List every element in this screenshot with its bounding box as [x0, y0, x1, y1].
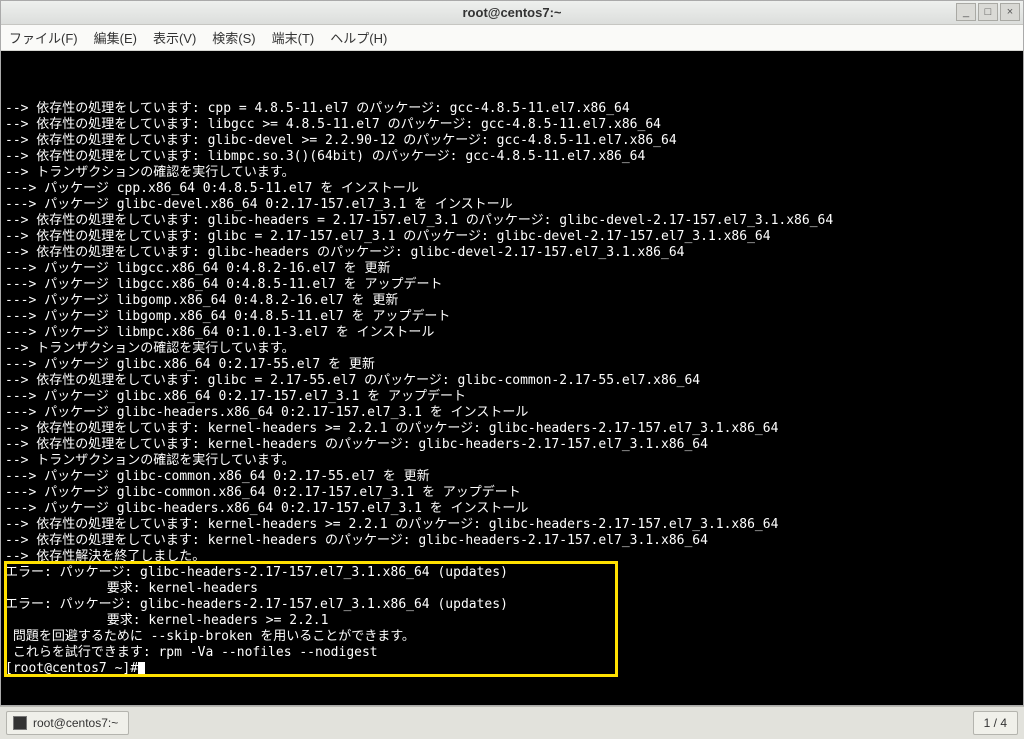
terminal-line: 問題を回避するために --skip-broken を用いることができます。: [5, 629, 1019, 645]
menu-file[interactable]: ファイル(F): [9, 28, 78, 47]
titlebar-buttons: _ □ ×: [956, 3, 1020, 21]
terminal-line: --> 依存性の処理をしています: kernel-headers のパッケージ:…: [5, 533, 1019, 549]
terminal-line: ---> パッケージ glibc-headers.x86_64 0:2.17-1…: [5, 405, 1019, 421]
titlebar[interactable]: root@centos7:~ _ □ ×: [1, 1, 1023, 25]
menu-help[interactable]: ヘルプ(H): [330, 28, 387, 47]
terminal-line: --> 依存性の処理をしています: kernel-headers のパッケージ:…: [5, 437, 1019, 453]
terminal-line: ---> パッケージ glibc-headers.x86_64 0:2.17-1…: [5, 501, 1019, 517]
terminal-line: --> トランザクションの確認を実行しています。: [5, 341, 1019, 357]
terminal-line: --> 依存性の処理をしています: glibc = 2.17-157.el7_3…: [5, 229, 1019, 245]
terminal-line: これらを試行できます: rpm -Va --nofiles --nodigest: [5, 645, 1019, 661]
terminal-line: [root@centos7 ~]#: [5, 661, 1019, 677]
terminal-line: --> 依存性の処理をしています: cpp = 4.8.5-11.el7 のパッ…: [5, 101, 1019, 117]
terminal-line: ---> パッケージ libgcc.x86_64 0:4.8.2-16.el7 …: [5, 261, 1019, 277]
menu-view[interactable]: 表示(V): [153, 28, 196, 47]
terminal-line: --> 依存性の処理をしています: kernel-headers >= 2.2.…: [5, 517, 1019, 533]
close-button[interactable]: ×: [1000, 3, 1020, 21]
terminal-line: --> 依存性の処理をしています: kernel-headers >= 2.2.…: [5, 421, 1019, 437]
menu-search[interactable]: 検索(S): [212, 28, 255, 47]
terminal-line: エラー: パッケージ: glibc-headers-2.17-157.el7_3…: [5, 597, 1019, 613]
terminal-line: ---> パッケージ glibc-common.x86_64 0:2.17-55…: [5, 469, 1019, 485]
terminal-line: ---> パッケージ libgomp.x86_64 0:4.8.5-11.el7…: [5, 309, 1019, 325]
terminal-line: ---> パッケージ libgcc.x86_64 0:4.8.5-11.el7 …: [5, 277, 1019, 293]
terminal-line: 要求: kernel-headers >= 2.2.1: [5, 613, 1019, 629]
terminal-line: --> トランザクションの確認を実行しています。: [5, 165, 1019, 181]
task-button-terminal[interactable]: root@centos7:~: [6, 711, 129, 735]
terminal-line: ---> パッケージ glibc-devel.x86_64 0:2.17-157…: [5, 197, 1019, 213]
terminal-line: --> 依存性の処理をしています: glibc-headers = 2.17-1…: [5, 213, 1019, 229]
terminal-line: 要求: kernel-headers: [5, 581, 1019, 597]
terminal-line: ---> パッケージ libmpc.x86_64 0:1.0.1-3.el7 を…: [5, 325, 1019, 341]
terminal-line: ---> パッケージ glibc-common.x86_64 0:2.17-15…: [5, 485, 1019, 501]
workspace-indicator[interactable]: 1 / 4: [973, 711, 1018, 735]
task-button-label: root@centos7:~: [33, 716, 118, 730]
menubar: ファイル(F) 編集(E) 表示(V) 検索(S) 端末(T) ヘルプ(H): [1, 25, 1023, 51]
terminal-line: ---> パッケージ glibc.x86_64 0:2.17-55.el7 を …: [5, 357, 1019, 373]
terminal-output[interactable]: --> 依存性の処理をしています: cpp = 4.8.5-11.el7 のパッ…: [1, 51, 1023, 705]
terminal-line: ---> パッケージ libgomp.x86_64 0:4.8.2-16.el7…: [5, 293, 1019, 309]
window-title: root@centos7:~: [1, 5, 1023, 20]
terminal-line: --> 依存性の処理をしています: libgcc >= 4.8.5-11.el7…: [5, 117, 1019, 133]
terminal-line: エラー: パッケージ: glibc-headers-2.17-157.el7_3…: [5, 565, 1019, 581]
terminal-line: --> 依存性の処理をしています: glibc-devel >= 2.2.90-…: [5, 133, 1019, 149]
terminal-window: root@centos7:~ _ □ × ファイル(F) 編集(E) 表示(V)…: [0, 0, 1024, 706]
terminal-line: --> 依存性の処理をしています: glibc = 2.17-55.el7 のパ…: [5, 373, 1019, 389]
terminal-icon: [13, 716, 27, 730]
minimize-button[interactable]: _: [956, 3, 976, 21]
terminal-line: --> 依存性の処理をしています: glibc-headers のパッケージ: …: [5, 245, 1019, 261]
terminal-line: --> 依存性解決を終了しました。: [5, 549, 1019, 565]
terminal-line: ---> パッケージ glibc.x86_64 0:2.17-157.el7_3…: [5, 389, 1019, 405]
menu-edit[interactable]: 編集(E): [94, 28, 137, 47]
terminal-line: --> トランザクションの確認を実行しています。: [5, 453, 1019, 469]
terminal-line: --> 依存性の処理をしています: libmpc.so.3()(64bit) の…: [5, 149, 1019, 165]
menu-terminal[interactable]: 端末(T): [272, 28, 315, 47]
terminal-line: ---> パッケージ cpp.x86_64 0:4.8.5-11.el7 を イ…: [5, 181, 1019, 197]
cursor: [138, 662, 145, 676]
maximize-button[interactable]: □: [978, 3, 998, 21]
taskbar: root@centos7:~ 1 / 4: [0, 706, 1024, 739]
